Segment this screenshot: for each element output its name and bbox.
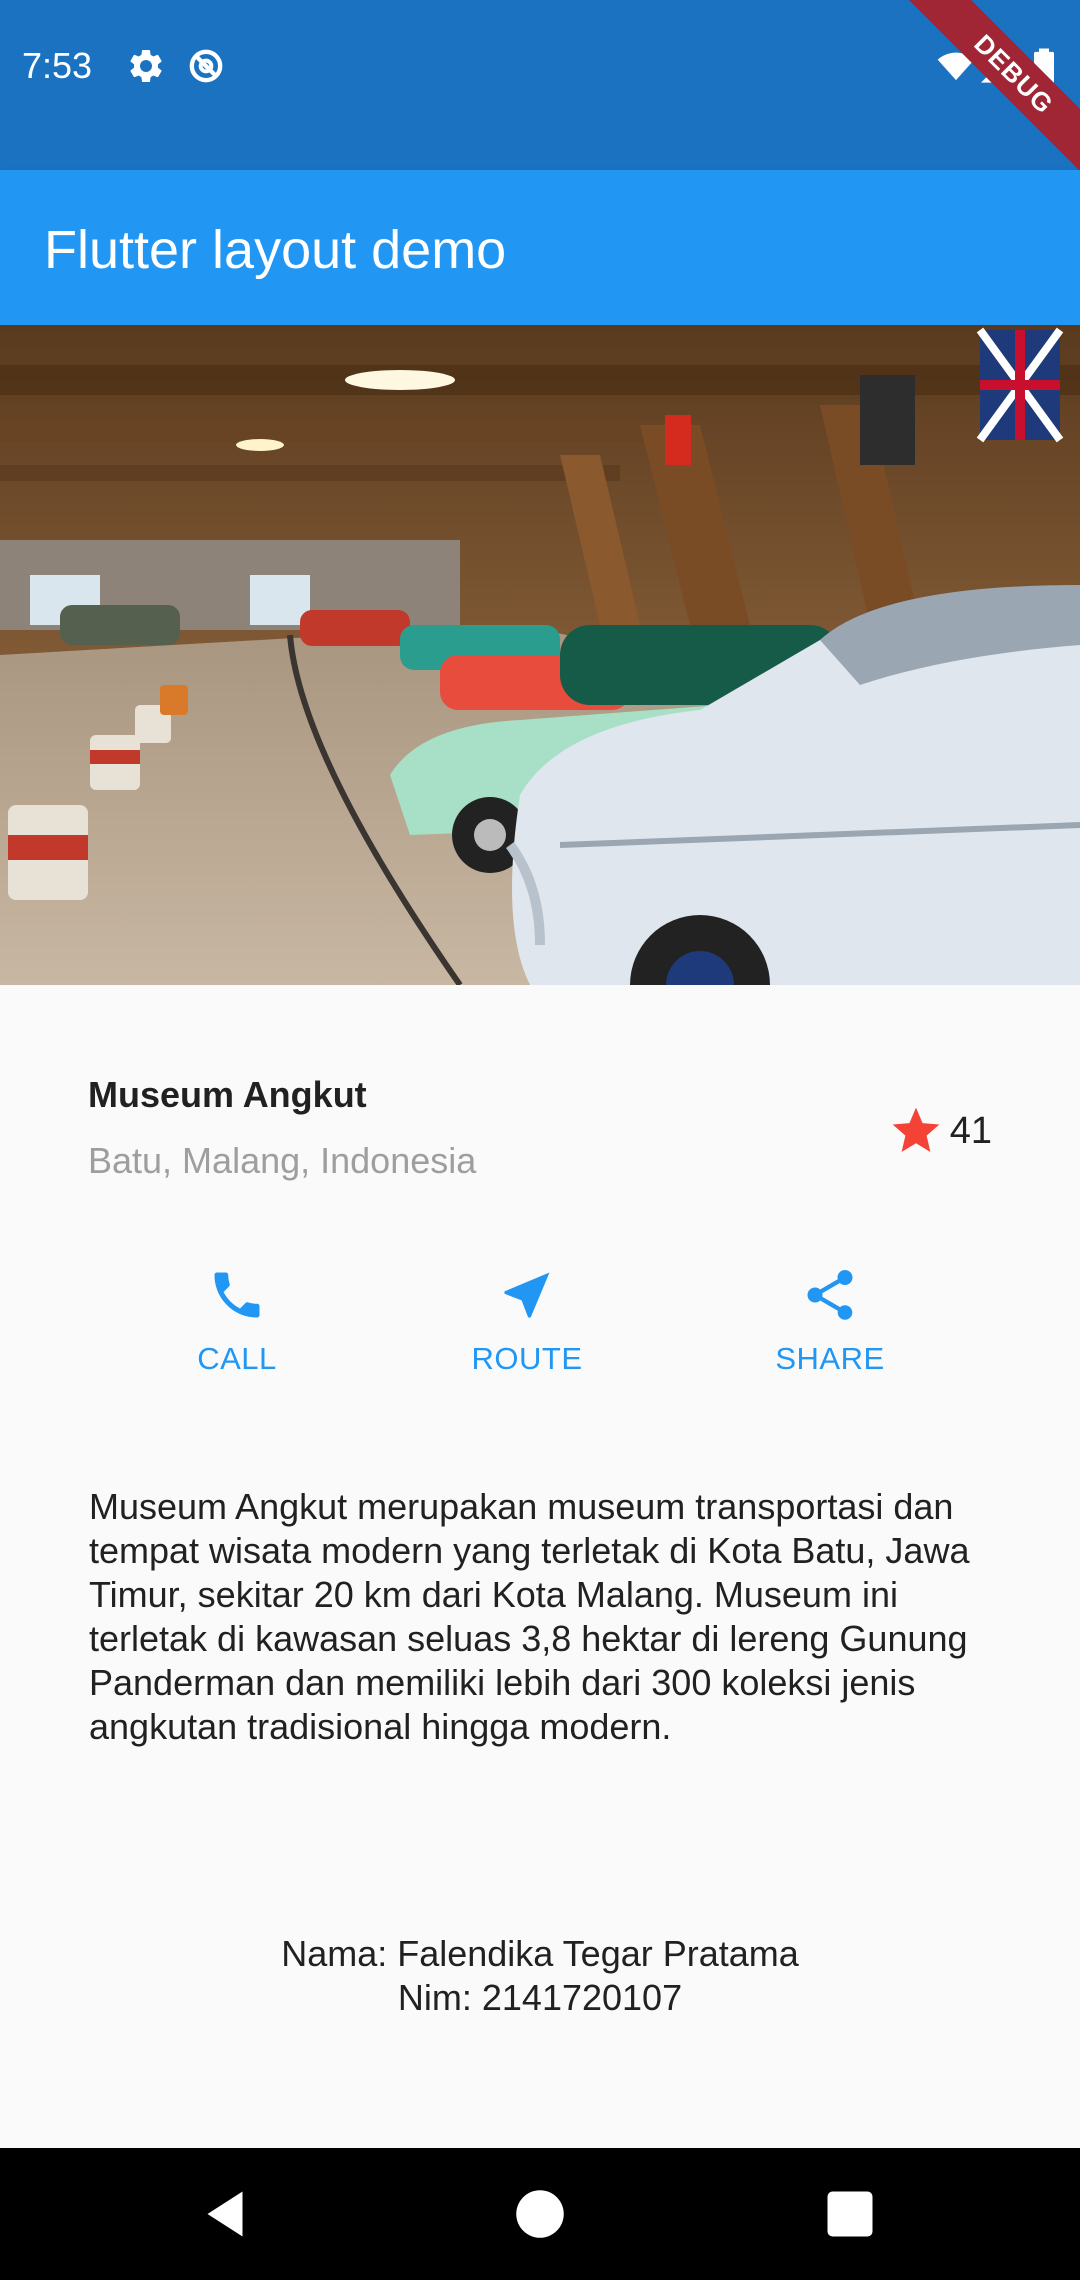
description-text: Museum Angkut merupakan museum transport… [89,1486,970,1747]
hero-image [0,325,1080,985]
route-button[interactable]: ROUTE [427,1265,627,1377]
status-time: 7:53 [22,45,93,86]
rating[interactable]: 41 [888,1101,992,1161]
debug-banner: DEBUG [906,0,1080,170]
student-name: Nama: Falendika Tegar Pratama [281,1933,799,1974]
navigation-arrow-icon [504,1272,550,1318]
student-info: Nama: Falendika Tegar Pratama Nim: 21417… [0,1932,1080,2020]
page-title: Flutter layout demo [44,220,507,280]
call-button[interactable]: CALL [137,1265,337,1377]
share-label: SHARE [775,1341,885,1376]
call-label: CALL [197,1341,277,1376]
student-nim: Nim: 2141720107 [397,1977,683,2018]
no-sync-icon [189,49,223,83]
title-section: Museum Angkut Batu, Malang, Indonesia 41 [88,1065,992,1195]
share-button[interactable]: SHARE [730,1265,930,1377]
share-icon [807,1270,853,1320]
phone-icon [214,1272,260,1318]
recents-icon[interactable] [820,2184,880,2244]
place-name: Museum Angkut [88,1074,367,1115]
app-bar: Flutter layout demo [0,170,1080,325]
gear-icon [130,49,162,82]
car-museum-photo [0,325,1080,985]
place-location: Batu, Malang, Indonesia [88,1140,477,1181]
status-bar: 7:53 DEBUG [0,0,1080,170]
rating-count: 41 [949,1109,992,1152]
action-row: CALL ROUTE SHARE [0,1265,1080,1405]
route-label: ROUTE [471,1341,583,1376]
star-icon[interactable] [888,1103,944,1159]
back-icon[interactable] [195,2184,255,2244]
home-icon[interactable] [510,2184,570,2244]
navigation-bar [0,2148,1080,2280]
